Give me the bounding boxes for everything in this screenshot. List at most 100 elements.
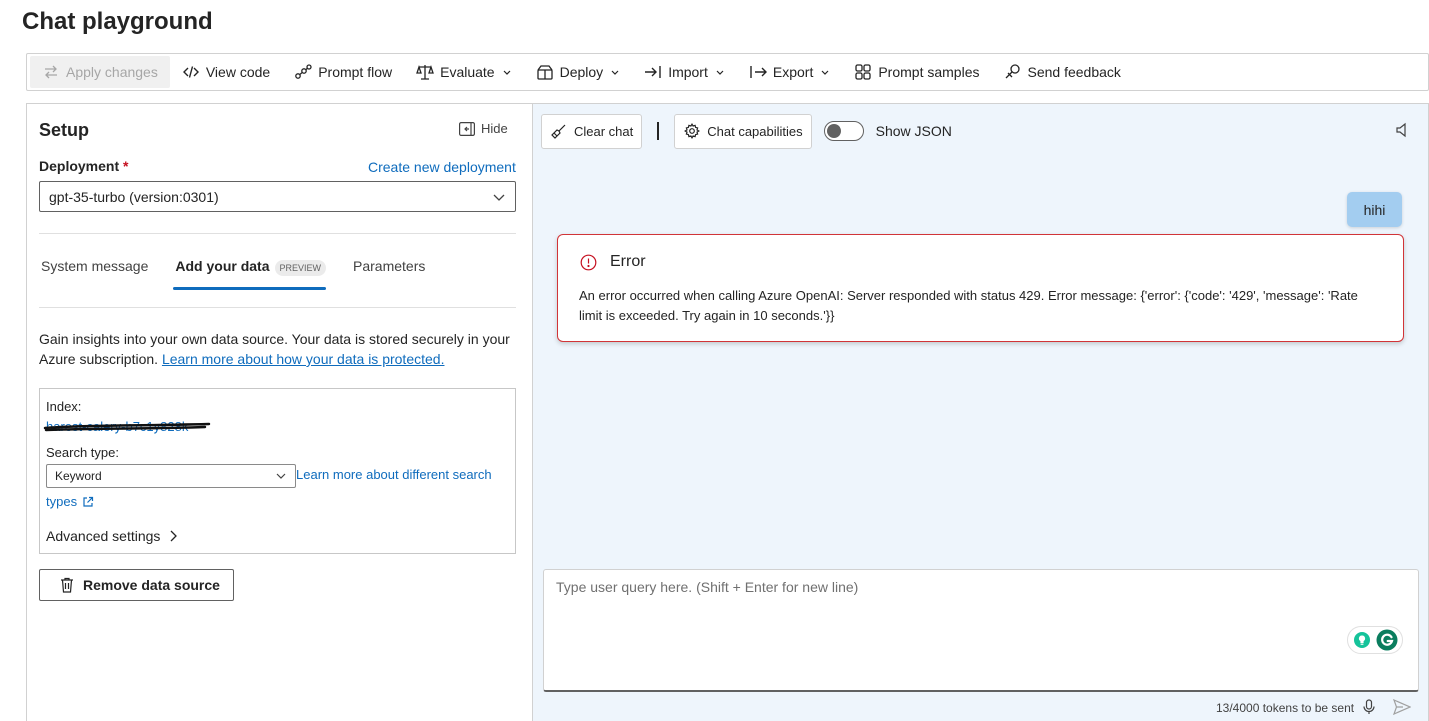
prompt-samples-label: Prompt samples [878,64,980,80]
tab-label: System message [41,258,149,274]
chat-capabilities-label: Chat capabilities [707,123,803,139]
search-types-link-continued[interactable]: types [46,494,94,509]
chevron-down-icon [821,70,829,75]
code-icon [182,66,199,78]
broom-icon [551,124,566,139]
clear-chat-button[interactable]: Clear chat [541,113,643,149]
search-types-link-text: types [46,494,78,509]
deployment-selected-value: gpt-35-turbo (version:0301) [49,188,219,205]
error-title: Error [610,253,646,270]
chevron-down-icon [276,473,286,479]
token-count: 13/4000 tokens to be sent [1216,701,1355,715]
tab-parameters[interactable]: Parameters [351,254,425,290]
chevron-down-icon [493,194,505,201]
setup-tabs: System message Add your data PREVIEW Par… [39,254,450,290]
export-menu-button[interactable]: Export [737,56,842,88]
show-json-toggle[interactable]: Show JSON [823,121,952,141]
import-menu-button[interactable]: Import [632,56,737,88]
preview-badge: PREVIEW [274,260,327,276]
send-feedback-label: Send feedback [1027,64,1121,80]
prompt-samples-button[interactable]: Prompt samples [842,56,991,88]
error-message-text: An error occurred when calling Azure Ope… [579,288,1358,323]
box-icon [536,65,553,80]
gear-icon [684,123,701,139]
remove-data-source-label: Remove data source [83,577,220,593]
apply-changes-button[interactable]: Apply changes [30,56,170,88]
prompt-flow-label: Prompt flow [318,64,393,80]
page-title: Chat playground [22,8,213,35]
data-description: Gain insights into your own data source.… [39,329,519,369]
user-message-bubble: hihi [1347,192,1402,227]
chat-toolbar: Clear chat Chat capabilities Show JSON [541,113,952,149]
export-label: Export [772,64,814,80]
deploy-menu-button[interactable]: Deploy [524,56,633,88]
input-placeholder: Type user query here. (Shift + Enter for… [556,579,859,595]
import-icon [645,66,661,78]
send-icon[interactable] [1393,699,1411,715]
chevron-down-icon [611,70,619,75]
trash-icon [61,577,73,593]
hide-setup-button[interactable]: Hide [459,121,508,136]
setup-panel: Setup Hide Deployment * Create new deplo… [26,103,532,721]
prompt-flow-button[interactable]: Prompt flow [282,56,404,88]
error-header: Error [580,253,646,271]
tab-label: Add your data [175,258,270,274]
clear-chat-label: Clear chat [574,123,634,139]
redaction-scribble [43,422,211,432]
grammarly-widget[interactable] [1347,626,1403,654]
command-toolbar: Apply changes View code Prompt flow Eval… [26,53,1429,91]
deployment-label-text: Deployment [39,158,120,174]
data-protection-link[interactable]: Learn more about how your data is protec… [162,351,445,367]
divider [39,307,516,308]
tab-add-your-data[interactable]: Add your data PREVIEW [173,254,327,290]
show-json-label: Show JSON [875,123,952,139]
evaluate-label: Evaluate [440,64,495,80]
search-types-link[interactable]: Learn more about different search [296,467,492,482]
lightbulb-icon [1353,632,1370,648]
view-code-button[interactable]: View code [170,56,282,88]
arrows-swap-icon [45,65,57,79]
remove-data-source-button[interactable]: Remove data source [39,569,234,601]
index-label: Index: [46,399,82,414]
advanced-settings-button[interactable]: Advanced settings [46,528,178,544]
chevron-down-icon [716,70,724,75]
switch-knob [826,124,841,138]
divider [39,233,516,234]
send-feedback-button[interactable]: Send feedback [992,56,1133,88]
search-type-label: Search type: [46,445,119,460]
panel-hide-icon [459,121,475,136]
error-circle-icon [580,254,597,270]
tab-system-message[interactable]: System message [39,254,148,290]
chevron-right-icon [170,530,178,542]
speaker-icon[interactable] [1395,122,1409,138]
scale-icon [416,64,435,80]
view-code-label: View code [205,64,271,80]
flow-icon [295,64,312,79]
deployment-label: Deployment * [39,158,128,174]
grid-icon [855,64,871,80]
import-label: Import [668,64,708,80]
user-query-input[interactable]: Type user query here. (Shift + Enter for… [543,569,1419,692]
search-type-value: Keyword [55,469,102,483]
chat-capabilities-button[interactable]: Chat capabilities [674,113,812,149]
mic-icon[interactable] [1363,699,1375,715]
tab-label: Parameters [353,258,426,274]
chevron-down-icon [503,70,511,75]
external-link-icon [83,496,94,507]
data-source-card: Index: harest-calery-b7c1y828k Search ty… [39,388,516,554]
toolbar-separator [657,122,660,140]
grammarly-icon [1376,629,1397,651]
deployment-dropdown[interactable]: gpt-35-turbo (version:0301) [39,181,516,212]
setup-title: Setup [39,120,90,140]
apply-changes-label: Apply changes [66,64,158,80]
hide-label: Hide [481,121,508,136]
export-icon [750,66,767,78]
evaluate-menu-button[interactable]: Evaluate [404,56,523,88]
create-new-deployment-link[interactable]: Create new deployment [368,159,516,175]
error-message-card: Error An error occurred when calling Azu… [557,234,1404,342]
show-json-switch[interactable] [823,121,864,141]
feedback-icon [1005,64,1020,79]
advanced-settings-label: Advanced settings [46,528,161,544]
search-type-dropdown[interactable]: Keyword [46,464,296,488]
chat-panel: Clear chat Chat capabilities Show JSON h… [532,103,1429,721]
